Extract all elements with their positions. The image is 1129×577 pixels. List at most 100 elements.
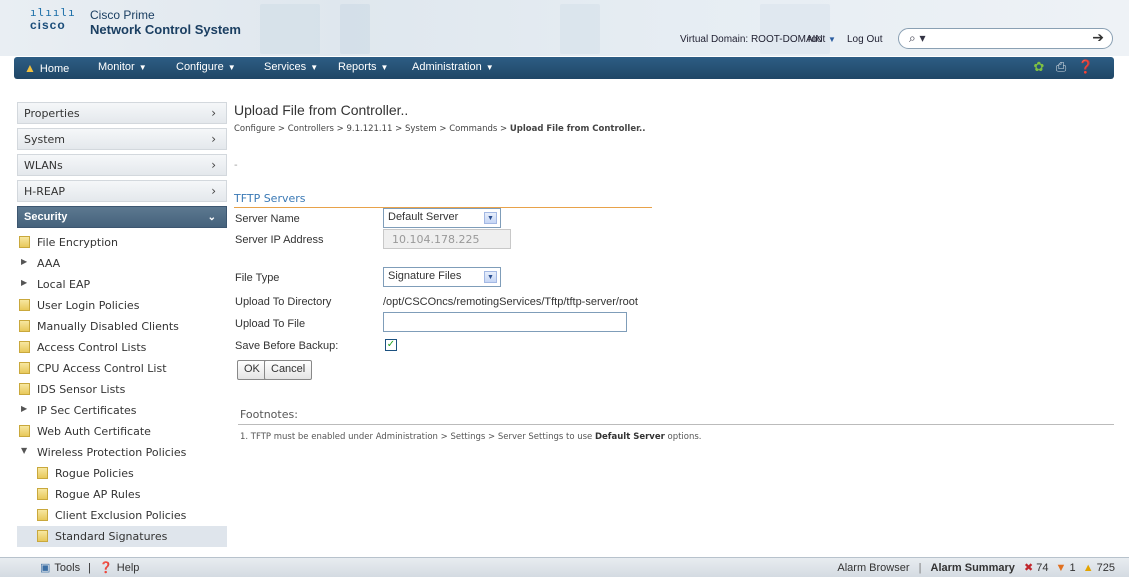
settings-gear-icon[interactable]: ✿ [1034,60,1045,75]
user-name: root [808,34,826,45]
chevron-right-icon: › [211,106,216,120]
header-decoration [560,4,600,54]
sidebar-item-ip-sec-certificates[interactable]: ▶ IP Sec Certificates [17,400,227,421]
file-type-select[interactable]: Signature Files ▼ [383,267,501,287]
checkmark-icon: ✓ [386,339,396,350]
sidebar-item-local-eap[interactable]: ▶ Local EAP [17,274,227,295]
sidebar-item-rogue-policies[interactable]: Rogue Policies [17,463,227,484]
critical-alarm-count[interactable]: 74 [1036,562,1048,574]
sidebar-category-label: Properties [24,107,80,120]
breadcrumb-path[interactable]: Configure > Controllers > 9.1.121.11 > S… [234,124,510,134]
breadcrumb: Configure > Controllers > 9.1.121.11 > S… [234,124,646,134]
footnotes-title: Footnotes: [240,408,298,421]
sidebar-item-ids-sensor-lists[interactable]: IDS Sensor Lists [17,379,227,400]
sidebar: Properties › System › WLANs › H-REAP › S… [17,102,227,556]
document-icon [37,530,48,542]
search-box[interactable]: ⌕ ▾ ➔ [898,28,1113,49]
upload-directory-label: Upload To Directory [235,296,332,308]
nav-monitor-label: Monitor [98,61,135,73]
sidebar-item-user-login-policies[interactable]: User Login Policies [17,295,227,316]
search-icon[interactable]: ⌕ ▾ [909,31,926,46]
sidebar-category-label: WLANs [24,159,63,172]
sidebar-item-aaa[interactable]: ▶ AAA [17,253,227,274]
sidebar-item-manually-disabled-clients[interactable]: Manually Disabled Clients [17,316,227,337]
nav-administration[interactable]: Administration ▼ [412,61,494,73]
upload-file-input[interactable] [383,312,627,332]
nav-configure[interactable]: Configure ▼ [176,61,236,73]
caret-down-icon: ▼ [310,63,319,72]
sidebar-item-access-control-lists[interactable]: Access Control Lists [17,337,227,358]
sidebar-item-label: Local EAP [37,278,91,291]
dropdown-arrow-icon: ▼ [484,212,497,224]
chevron-right-icon: › [211,184,216,198]
document-icon [19,299,30,311]
document-icon [19,341,30,353]
sidebar-category-properties[interactable]: Properties › [17,102,227,124]
file-type-label: File Type [235,272,280,284]
sidebar-item-wireless-protection-policies[interactable]: ▼ Wireless Protection Policies [17,442,227,463]
minor-alarm-icon: ▲ [1082,562,1094,574]
cancel-button[interactable]: Cancel [264,360,313,380]
sidebar-item-label: IP Sec Certificates [37,404,137,417]
minor-alarm-count[interactable]: 725 [1097,562,1115,574]
major-alarm-count[interactable]: 1 [1070,562,1076,574]
tools-link[interactable]: Tools [54,562,80,574]
sidebar-item-label: Client Exclusion Policies [55,509,187,522]
chevron-right-icon: › [211,158,216,172]
sidebar-category-system[interactable]: System › [17,128,227,150]
alarm-summary-link[interactable]: Alarm Summary [931,562,1015,574]
product-line1: Cisco Prime [90,8,155,22]
placeholder-dash: - [234,160,238,171]
main-nav: ▲ Home Monitor ▼ Configure ▼ Services ▼ Repo… [14,57,1114,79]
caret-down-icon: ▼ [380,63,389,72]
header-decoration [340,4,370,54]
logout-link[interactable]: Log Out [847,34,883,45]
sidebar-item-cpu-access-control-list[interactable]: CPU Access Control List [17,358,227,379]
help-link[interactable]: Help [117,562,140,574]
document-icon [19,425,30,437]
sidebar-category-security[interactable]: Security ⌄ [17,206,227,228]
sidebar-item-web-auth-certificate[interactable]: Web Auth Certificate [17,421,227,442]
ok-button[interactable]: OK [237,360,267,380]
help-icon[interactable]: ❓ [1078,60,1094,75]
save-before-backup-checkbox[interactable]: ✓ [385,339,397,351]
file-type-value: Signature Files [388,270,462,282]
sidebar-item-label: IDS Sensor Lists [37,383,126,396]
nav-toolbar-icons: ✿ ⎙ ❓ [1026,60,1095,75]
footnote-text-end: options. [664,432,702,442]
caret-down-icon: ▼ [485,63,494,72]
sidebar-item-rogue-ap-rules[interactable]: Rogue AP Rules [17,484,227,505]
nav-monitor[interactable]: Monitor ▼ [98,61,147,73]
product-line2: Network Control System [90,22,241,37]
page-title: Upload File from Controller.. [234,102,409,118]
main-content: Upload File from Controller.. Configure … [234,102,1114,556]
print-icon[interactable]: ⎙ [1056,60,1066,75]
triangle-right-icon: ▶ [21,404,28,413]
nav-home-label: Home [39,63,70,75]
nav-home[interactable]: ▲ Home [24,61,69,75]
nav-administration-label: Administration [412,61,482,73]
upload-directory-value: /opt/CSCOncs/remotingServices/Tftp/tftp-… [383,296,638,308]
sidebar-item-standard-signatures[interactable]: Standard Signatures [17,526,227,547]
server-name-select[interactable]: Default Server ▼ [383,208,501,228]
sidebar-item-label: AAA [37,257,61,270]
sidebar-item-file-encryption[interactable]: File Encryption [17,232,227,253]
sidebar-item-label: CPU Access Control List [37,362,167,375]
nav-reports[interactable]: Reports ▼ [338,61,388,73]
sidebar-item-label: User Login Policies [37,299,140,312]
sidebar-item-client-exclusion-policies[interactable]: Client Exclusion Policies [17,505,227,526]
server-name-label: Server Name [235,213,300,225]
major-alarm-icon: ▼ [1055,562,1067,574]
sidebar-category-label: Security [24,211,68,223]
sidebar-category-wlans[interactable]: WLANs › [17,154,227,176]
user-menu[interactable]: root ▼ [808,34,836,45]
alarm-browser-link[interactable]: Alarm Browser [837,562,909,574]
server-ip-field: 10.104.178.225 [383,229,511,249]
nav-services[interactable]: Services ▼ [264,61,318,73]
sidebar-category-h-reap[interactable]: H-REAP › [17,180,227,202]
sidebar-item-label: Wireless Protection Policies [37,446,187,459]
footnotes-divider [238,424,1114,425]
search-go-arrow-icon[interactable]: ➔ [1092,30,1104,46]
status-separator: | [918,562,922,574]
nav-configure-label: Configure [176,61,224,73]
